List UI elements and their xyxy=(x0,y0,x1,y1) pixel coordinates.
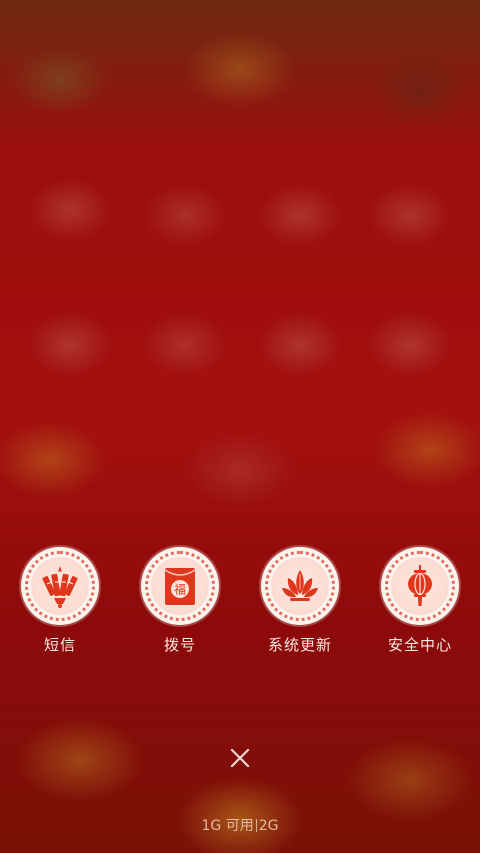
lotus-icon xyxy=(282,570,318,601)
system-update-badge[interactable] xyxy=(261,547,339,625)
shortcut-label: 短信 xyxy=(43,636,76,654)
lantern-icon xyxy=(408,565,432,606)
dialer-badge[interactable]: 福 xyxy=(141,547,219,625)
close-icon xyxy=(230,748,250,768)
memory-total: 2G xyxy=(258,818,279,834)
shortcut-label: 安全中心 xyxy=(387,636,452,654)
security-center-badge[interactable] xyxy=(381,547,459,625)
memory-divider xyxy=(255,819,257,832)
shortcut-label: 拨号 xyxy=(163,636,196,654)
firecracker-icon xyxy=(42,566,78,608)
sms-badge[interactable] xyxy=(21,547,99,625)
close-button[interactable] xyxy=(224,742,256,774)
screen: 短信 福 拨号 系统更新 安全中心 1G 可用 2G xyxy=(0,0,480,853)
shortcut-sms[interactable]: 短信 xyxy=(0,547,120,655)
fu-character: 福 xyxy=(174,582,186,597)
shortcut-security-center[interactable]: 安全中心 xyxy=(360,547,480,655)
shortcut-row: 短信 福 拨号 系统更新 安全中心 xyxy=(0,547,480,657)
memory-available: 1G 可用 xyxy=(201,818,254,834)
shortcut-label: 系统更新 xyxy=(267,636,332,654)
shortcut-dialer[interactable]: 福 拨号 xyxy=(120,547,240,655)
red-envelope-fu-icon: 福 xyxy=(164,568,196,605)
memory-status: 1G 可用 2G xyxy=(0,815,480,835)
shortcut-system-update[interactable]: 系统更新 xyxy=(240,547,360,655)
blurred-home-background xyxy=(0,0,480,853)
